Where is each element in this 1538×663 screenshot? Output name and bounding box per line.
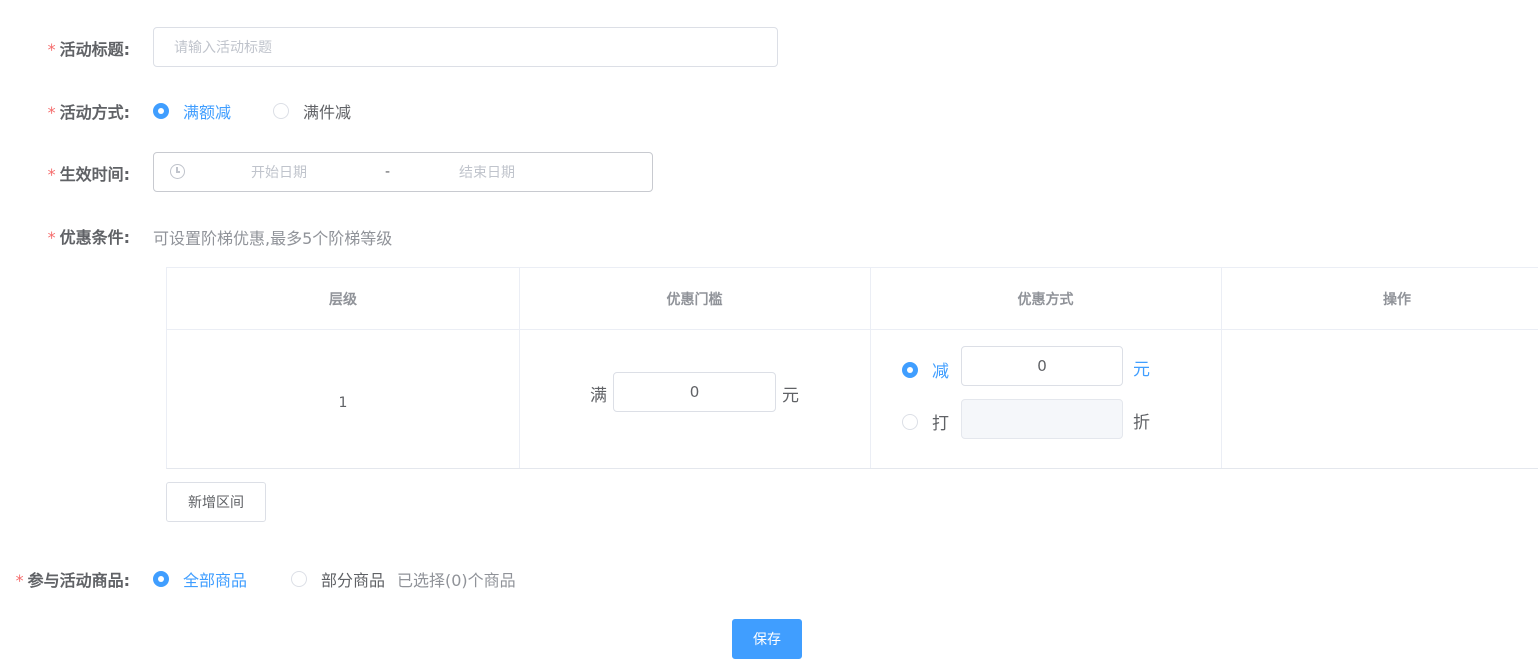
condition-label: * 优惠条件:	[47, 228, 130, 247]
radio-unchecked-icon	[902, 413, 918, 430]
products-radio-partial[interactable]: 部分商品	[291, 567, 385, 591]
percent-unit: 折	[1133, 413, 1150, 433]
discount-percent-input	[961, 399, 1123, 439]
radio-unchecked-icon	[291, 571, 307, 587]
reduce-amount-input[interactable]: 0	[961, 346, 1123, 386]
save-button[interactable]: 保存	[732, 619, 802, 659]
condition-hint: 可设置阶梯优惠,最多5个阶梯等级	[153, 229, 393, 248]
discount-table: 层级 优惠门槛 优惠方式 操作 1 满 0 元 减 0 元 打 折	[166, 267, 1538, 469]
clock-icon	[170, 164, 185, 179]
radio-checked-icon	[153, 571, 169, 587]
title-input[interactable]: 请输入活动标题	[153, 27, 778, 67]
title-label: * 活动标题:	[47, 40, 130, 59]
discount-radio-reduce[interactable]: 减	[902, 357, 949, 382]
start-date-input[interactable]: 开始日期	[251, 162, 307, 182]
end-date-input[interactable]: 结束日期	[459, 162, 515, 182]
row-level: 1	[338, 395, 348, 411]
header-level: 层级	[329, 291, 357, 308]
header-discount-type: 优惠方式	[1017, 291, 1074, 308]
mode-label: * 活动方式:	[47, 103, 130, 122]
date-separator: -	[385, 164, 391, 180]
mode-radio-amount[interactable]: 满额减	[153, 99, 231, 123]
selected-products-count: 已选择(0)个商品	[397, 571, 516, 590]
title-placeholder: 请输入活动标题	[174, 40, 272, 56]
add-range-button[interactable]: 新增区间	[166, 482, 266, 522]
mode-radio-count[interactable]: 满件减	[273, 99, 351, 123]
radio-checked-icon	[902, 361, 918, 378]
time-label: * 生效时间:	[47, 165, 130, 184]
date-range-picker[interactable]: 开始日期 - 结束日期	[153, 152, 653, 192]
threshold-input[interactable]: 0	[613, 372, 776, 412]
radio-unchecked-icon	[273, 103, 289, 119]
products-radio-all[interactable]: 全部商品	[153, 567, 247, 591]
discount-radio-percent[interactable]: 打	[902, 409, 949, 434]
header-threshold: 优惠门槛	[666, 291, 723, 308]
threshold-prefix: 满	[590, 386, 607, 406]
reduce-unit: 元	[1133, 360, 1150, 380]
threshold-unit: 元	[782, 386, 799, 406]
radio-checked-icon	[153, 103, 169, 119]
products-label: * 参与活动商品:	[15, 571, 130, 590]
header-action: 操作	[1383, 291, 1411, 308]
